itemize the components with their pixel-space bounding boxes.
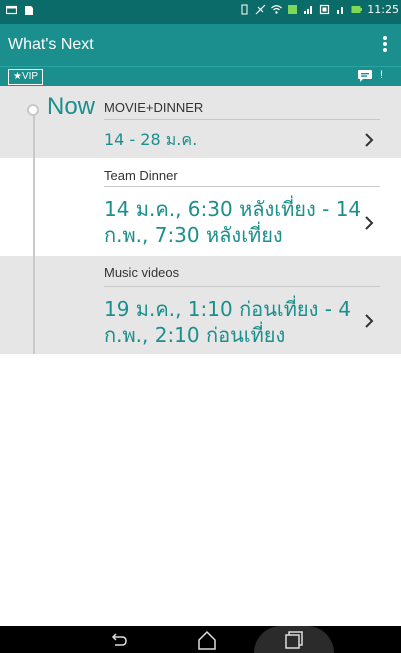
no-sim-icon — [255, 4, 266, 15]
chevron-right-icon[interactable] — [364, 313, 374, 329]
back-icon[interactable] — [106, 629, 130, 651]
event-title: MOVIE+DINNER — [104, 100, 204, 115]
status-right-icons: 11:25 — [239, 3, 399, 16]
event-date: 19 ม.ค., 1:10 ก่อนเที่ยง - 4 ก.พ., 2:10 … — [104, 297, 352, 347]
event-title: Music videos — [104, 265, 180, 280]
event-title: Team Dinner — [104, 168, 178, 183]
divider — [104, 186, 380, 187]
signal-icon — [304, 6, 313, 14]
wifi-icon — [271, 5, 283, 14]
chevron-right-icon[interactable] — [364, 132, 374, 148]
timeline-line — [33, 108, 35, 354]
divider — [104, 286, 380, 287]
navigation-bar — [0, 626, 401, 653]
timeline-now-dot — [27, 104, 39, 116]
event-date: 14 ม.ค., 6:30 หลังเที่ยง - 14 ก.พ., 7:30… — [104, 197, 362, 247]
now-label: Now — [47, 93, 96, 120]
screen-icon — [6, 5, 17, 15]
status-bar: 11:25 — [0, 0, 401, 24]
vip-bar: ★VIP ! — [0, 66, 401, 87]
menu-dot-icon — [383, 36, 387, 40]
battery-charging-icon — [351, 6, 363, 13]
home-icon[interactable] — [195, 629, 219, 651]
divider — [104, 119, 380, 120]
vibrate-icon — [241, 4, 248, 15]
menu-dot-icon — [383, 48, 387, 52]
signal2-icon — [337, 7, 344, 14]
app-bar: What's Next — [0, 24, 401, 66]
chat-bubble-icon[interactable] — [357, 69, 373, 83]
data-icon — [288, 5, 298, 14]
recents-icon[interactable] — [281, 629, 305, 651]
event-date: 14 - 28 ม.ค. — [104, 130, 198, 149]
overflow-menu-button[interactable] — [379, 34, 391, 56]
menu-dot-icon — [383, 42, 387, 46]
chevron-right-icon[interactable] — [364, 215, 374, 231]
vip-badge[interactable]: ★VIP — [8, 69, 44, 85]
status-time: 11:25 — [367, 3, 399, 16]
page-title: What's Next — [8, 36, 94, 53]
sd-card-icon — [25, 6, 33, 15]
sim-icon — [320, 4, 330, 15]
alert-mark: ! — [379, 69, 383, 81]
status-left-icons — [6, 5, 34, 16]
